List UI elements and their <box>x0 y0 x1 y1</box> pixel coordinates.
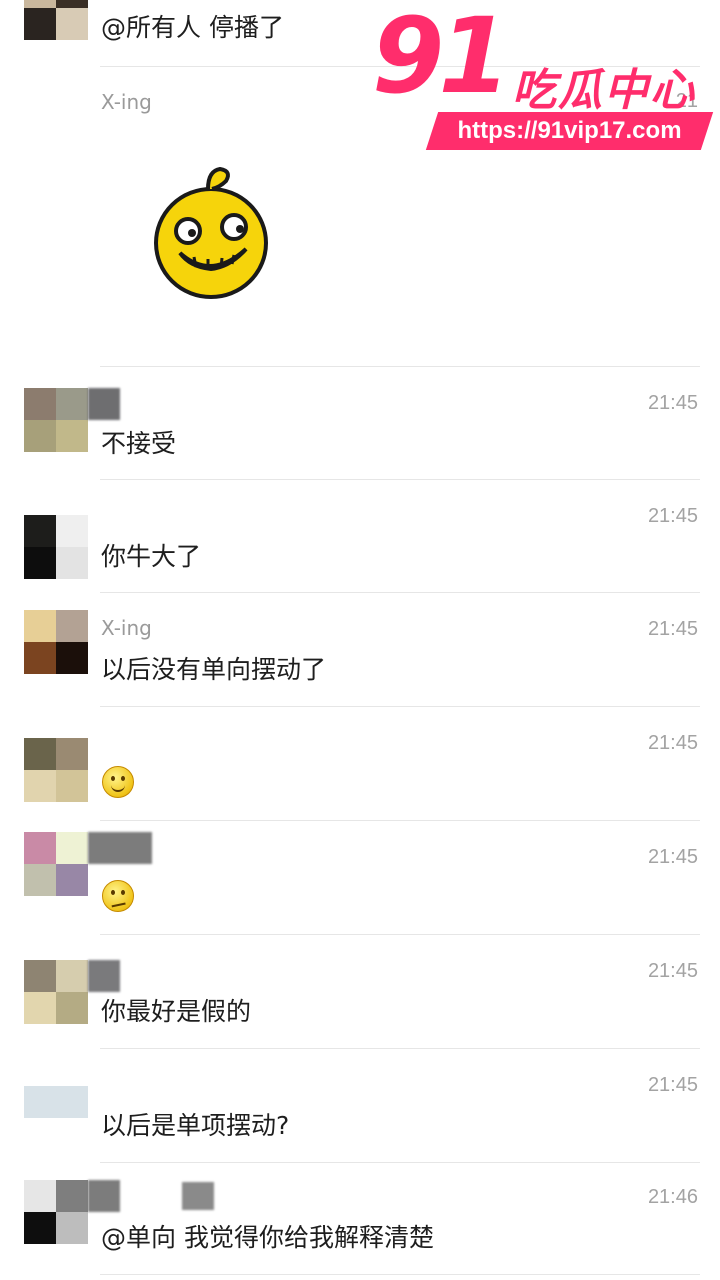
sender-name-redacted <box>88 388 120 420</box>
avatar[interactable] <box>24 1180 88 1244</box>
watermark-name: 吃瓜中心 <box>512 65 696 116</box>
avatar[interactable] <box>24 388 88 452</box>
message-text: 你最好是假的 <box>101 997 252 1026</box>
avatar[interactable] <box>24 832 88 896</box>
message-text: 以后是单项摆动? <box>101 1111 290 1140</box>
avatar[interactable] <box>24 610 88 674</box>
sender-name-redacted <box>88 832 152 864</box>
message-time: 21:45 <box>647 618 698 640</box>
divider <box>100 592 700 593</box>
avatar[interactable] <box>24 960 88 1024</box>
message-text: 以后没有单向摆动了 <box>101 655 327 684</box>
site-watermark: 91 吃瓜中心 https://91vip17.com <box>372 4 714 152</box>
divider <box>100 1048 700 1049</box>
watermark-url-banner: https://91vip17.com <box>425 112 714 150</box>
smile-emoji <box>102 766 134 798</box>
avatar[interactable] <box>24 1086 88 1118</box>
divider <box>100 934 700 935</box>
puzzled-emoji <box>102 880 134 912</box>
message-text: @所有人 停播了 <box>101 13 284 42</box>
sender-name: X-ing <box>101 90 152 114</box>
divider <box>100 706 700 707</box>
message-text: @单向 我觉得你给我解释清楚 <box>101 1223 434 1252</box>
message-time: 21:45 <box>647 505 698 527</box>
divider <box>100 479 700 480</box>
message-time: 21:45 <box>647 846 698 868</box>
sender-name: X-ing <box>101 616 152 640</box>
sender-name-redacted <box>88 960 120 992</box>
watermark-url: https://91vip17.com <box>457 117 682 144</box>
divider <box>100 820 700 821</box>
divider <box>100 366 700 367</box>
sender-name-redacted <box>88 1180 120 1212</box>
avatar[interactable] <box>24 515 88 579</box>
message-text: 不接受 <box>101 429 177 458</box>
divider <box>100 1274 700 1275</box>
divider <box>100 1162 700 1163</box>
message-time: 21:45 <box>647 732 698 754</box>
message-time: 21:45 <box>647 392 698 414</box>
watermark-number: 91 <box>372 0 511 117</box>
sender-name-redacted <box>182 1182 214 1210</box>
message-time: 21:45 <box>647 1074 698 1096</box>
message-time: 21:46 <box>647 1186 698 1208</box>
avatar[interactable] <box>24 0 88 40</box>
grinning-yellow-face-sticker[interactable] <box>150 161 272 301</box>
avatar[interactable] <box>24 738 88 802</box>
message-time: 21:45 <box>647 960 698 982</box>
message-text: 你牛大了 <box>101 542 202 571</box>
